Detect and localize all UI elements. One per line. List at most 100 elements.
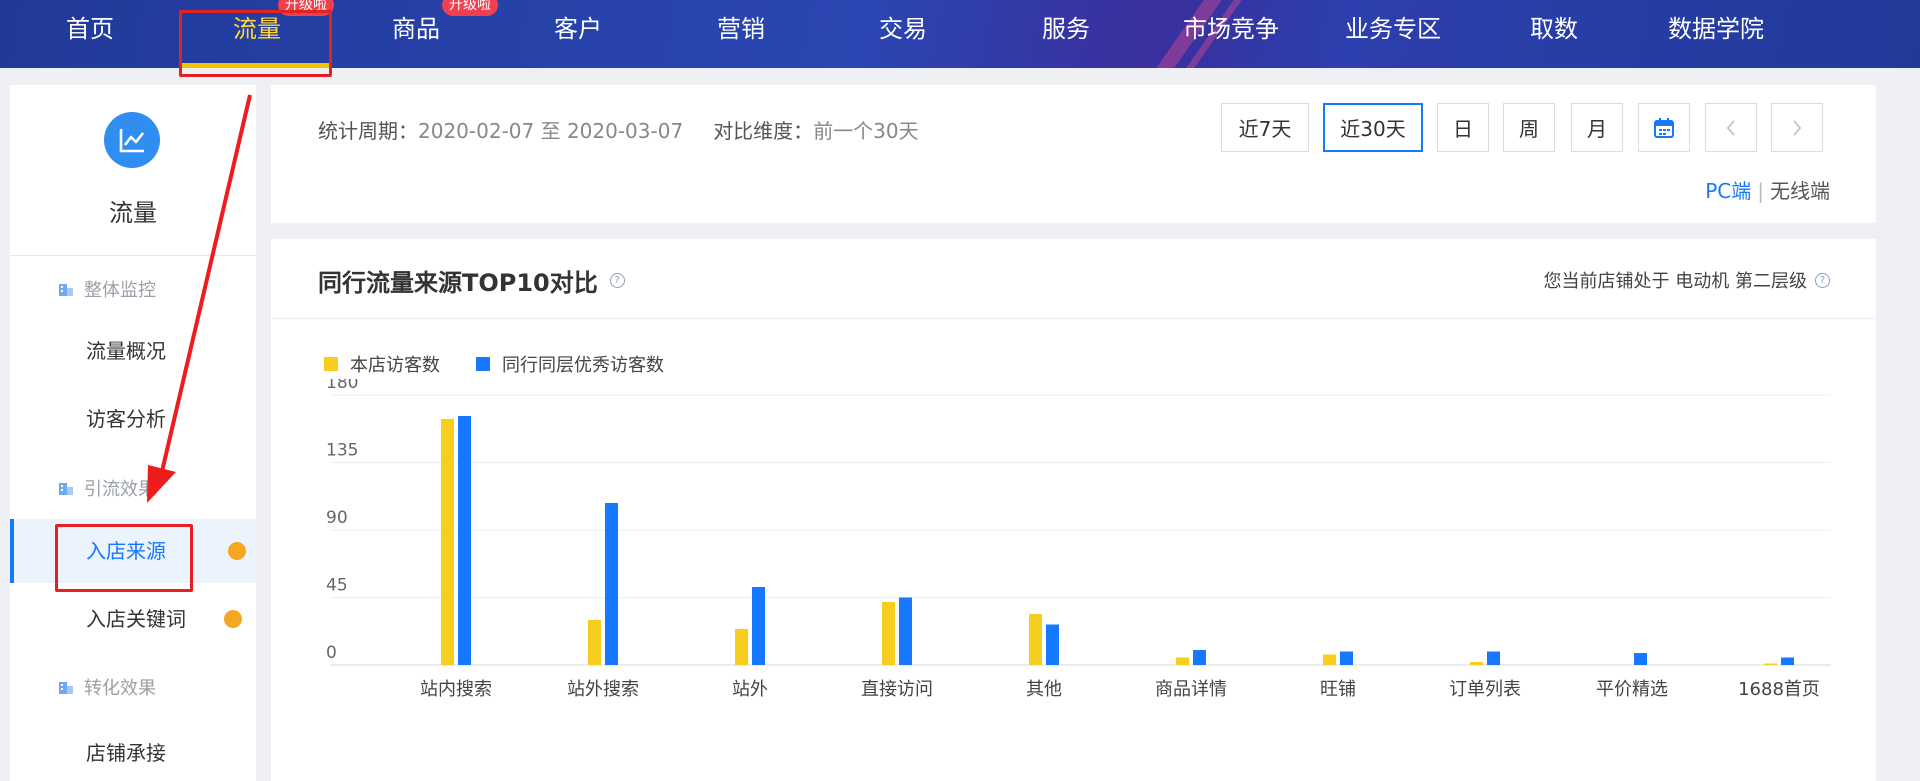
bar[interactable] (588, 620, 601, 665)
help-icon[interactable]: ? (609, 273, 625, 288)
building-icon (59, 284, 73, 296)
panel-header: 同行流量来源TOP10对比 ? 您当前店铺处于 电动机 第二层级 ? (271, 239, 1876, 319)
traffic-source-panel: 同行流量来源TOP10对比 ? 您当前店铺处于 电动机 第二层级 ? 本店访客数… (271, 239, 1876, 781)
store-level-text: 您当前店铺处于 电动机 第二层级 (1543, 271, 1807, 292)
bar[interactable] (1487, 651, 1500, 666)
legend-item-own[interactable]: 本店访客数 (324, 351, 440, 377)
y-tick-label: 90 (326, 508, 348, 528)
range-7-days-button[interactable]: 近7天 (1221, 103, 1309, 152)
sidebar-group-label: 引流效果 (84, 479, 156, 500)
sidebar-item-label: 入店关键词 (86, 607, 186, 631)
building-icon (59, 682, 73, 694)
nav-home[interactable]: 首页 (40, 0, 140, 68)
sidebar-group-conversion: 转化效果 (58, 674, 156, 700)
x-tick-label: 其他 (1026, 679, 1062, 700)
bar[interactable] (458, 416, 471, 665)
calendar-icon (1654, 117, 1674, 138)
next-period-button[interactable] (1771, 103, 1823, 152)
x-tick-label: 1688首页 (1738, 679, 1820, 700)
sidebar-item-store-keywords[interactable]: 入店关键词 (10, 587, 256, 651)
notice-dot (228, 542, 246, 560)
x-tick-label: 商品详情 (1155, 679, 1227, 700)
x-tick-label: 站外搜索 (567, 679, 639, 700)
bar[interactable] (1764, 663, 1777, 666)
legend-label: 同行同层优秀访客数 (502, 355, 664, 376)
nav-business-zone[interactable]: 业务专区 (1328, 0, 1458, 68)
bar[interactable] (1470, 662, 1483, 665)
bar[interactable] (735, 629, 748, 665)
prev-period-button[interactable] (1705, 103, 1757, 152)
range-day-button[interactable]: 日 (1437, 103, 1489, 152)
sidebar-title: 流量 (109, 199, 157, 227)
bar[interactable] (752, 587, 765, 665)
device-mobile-link[interactable]: 无线端 (1770, 179, 1830, 203)
bar-chart: 180 135 90 45 0 站内搜索 站外搜索 站外 直接访问 其他 商品详情 旺铺 订单列表 平价精… (326, 379, 1831, 700)
chart-legend: 本店访客数 同行同层优秀访客数 (324, 351, 700, 377)
bar[interactable] (1046, 624, 1059, 666)
nav-service[interactable]: 服务 (1016, 0, 1116, 68)
y-tick-label: 45 (326, 576, 348, 596)
sidebar-group-label: 整体监控 (84, 280, 156, 301)
x-tick-label: 站内搜索 (420, 679, 492, 700)
device-separator: | (1757, 179, 1764, 203)
range-month-button[interactable]: 月 (1571, 103, 1623, 152)
sidebar-item-visitor-analysis[interactable]: 访客分析 (10, 387, 256, 451)
bar[interactable] (441, 419, 454, 665)
compare-label: 对比维度： (713, 119, 814, 143)
panel-title-text: 同行流量来源TOP10对比 (318, 269, 598, 297)
bar[interactable] (1634, 653, 1647, 665)
sidebar-divider (10, 255, 256, 256)
legend-swatch (324, 357, 338, 371)
building-icon (59, 483, 73, 495)
x-tick-label: 旺铺 (1320, 679, 1356, 700)
trend-chart-icon (104, 112, 160, 168)
chevron-right-icon (1793, 119, 1802, 136)
sidebar-group-label: 转化效果 (84, 678, 156, 699)
sidebar-group-traffic-effect: 引流效果 (58, 475, 156, 501)
filter-bar: 统计周期：2020-02-07 至 2020-03-07 对比维度：前一个30天 … (271, 85, 1876, 223)
bar[interactable] (882, 602, 895, 665)
panel-title: 同行流量来源TOP10对比 ? (318, 263, 625, 298)
legend-label: 本店访客数 (350, 355, 440, 376)
sidebar-item-store-reception[interactable]: 店铺承接 (10, 721, 256, 781)
compare-value: 前一个30天 (813, 119, 919, 143)
range-30-days-button[interactable]: 近30天 (1323, 103, 1423, 152)
range-week-button[interactable]: 周 (1503, 103, 1555, 152)
nav-marketing[interactable]: 营销 (691, 0, 791, 68)
y-tick-label: 0 (326, 643, 337, 663)
legend-swatch (476, 357, 490, 371)
sidebar-item-traffic-overview[interactable]: 流量概况 (10, 319, 256, 383)
period-info: 统计周期：2020-02-07 至 2020-03-07 对比维度：前一个30天 (318, 115, 919, 144)
sidebar: 流量 整体监控 流量概况 访客分析 引流效果 入店来源 入店关键词 转化效果 店… (10, 85, 256, 781)
nav-customers[interactable]: 客户 (528, 0, 628, 68)
x-tick-label: 订单列表 (1449, 679, 1521, 700)
bar[interactable] (1781, 657, 1794, 666)
annotation-highlight-box (55, 524, 193, 592)
nav-goods-badge: 升级啦 (442, 0, 498, 16)
nav-market-competition[interactable]: 市场竞争 (1166, 0, 1296, 68)
nav-trade[interactable]: 交易 (853, 0, 953, 68)
bar[interactable] (1193, 650, 1206, 665)
y-tick-label: 135 (326, 441, 358, 461)
nav-data-academy[interactable]: 数据学院 (1651, 0, 1781, 68)
bar[interactable] (605, 503, 618, 665)
bar[interactable] (899, 597, 912, 666)
x-tick-label: 站外 (732, 679, 768, 700)
x-tick-label: 直接访问 (861, 679, 933, 700)
bar[interactable] (1323, 654, 1336, 666)
period-value: 2020-02-07 至 2020-03-07 (418, 119, 684, 143)
x-tick-label: 平价精选 (1596, 679, 1668, 700)
store-level-info: 您当前店铺处于 电动机 第二层级 ? (1544, 267, 1830, 293)
notice-dot (224, 610, 242, 628)
help-icon[interactable]: ? (1815, 272, 1830, 288)
bar[interactable] (1029, 614, 1042, 665)
bar[interactable] (1176, 657, 1189, 666)
legend-item-peer[interactable]: 同行同层优秀访客数 (476, 351, 664, 377)
chevron-left-icon (1726, 119, 1735, 136)
nav-data-fetch[interactable]: 取数 (1504, 0, 1604, 68)
device-pc-link[interactable]: PC端 (1705, 179, 1751, 203)
device-switch: PC端 | 无线端 (1705, 175, 1830, 204)
sidebar-group-overall: 整体监控 (58, 276, 156, 302)
bar[interactable] (1340, 651, 1353, 666)
calendar-button[interactable] (1638, 103, 1690, 152)
